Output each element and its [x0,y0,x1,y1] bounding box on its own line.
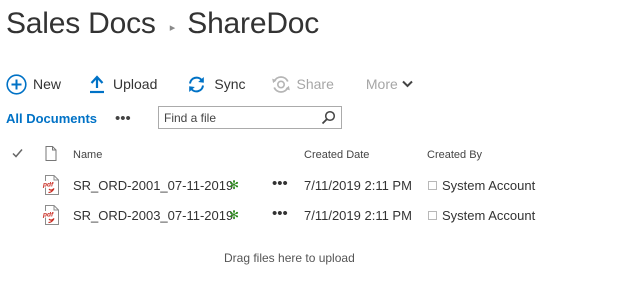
created-by-cell[interactable]: System Account [442,178,535,193]
created-by-cell[interactable]: System Account [442,208,535,223]
share-button[interactable]: Share [271,75,334,94]
presence-indicator-icon [428,211,437,220]
search-icon[interactable] [321,110,336,130]
sync-icon [187,75,206,94]
drag-upload-hint: Drag files here to upload [224,251,355,265]
svg-text:pdf: pdf [42,212,54,219]
find-file-search-box [158,106,342,129]
view-bar: All Documents ••• [6,106,342,130]
chevron-down-icon [402,80,413,88]
new-button-label: New [33,76,62,92]
breadcrumb: Sales Docs ▸ ShareDoc [6,4,319,44]
sync-button-label: Sync [214,76,246,92]
svg-text:pdf: pdf [42,182,54,189]
share-button-label: Share [296,76,334,92]
name-column-header[interactable]: Name [73,149,102,161]
breadcrumb-site-link[interactable]: Sales Docs [6,7,156,41]
upload-button-label: Upload [113,76,158,92]
new-item-indicator-icon: ✻ [229,178,240,192]
new-button[interactable]: New [6,73,62,95]
more-button[interactable]: More [366,76,413,92]
upload-arrow-icon [89,74,105,94]
more-views-ellipsis-icon[interactable]: ••• [115,111,131,126]
document-name-link[interactable]: SR_ORD-2001_07-11-2019 [73,178,233,193]
sync-button[interactable]: Sync [187,75,246,94]
item-menu-ellipsis-icon[interactable]: ••• [272,175,288,192]
more-button-label: More [365,76,398,92]
item-menu-ellipsis-icon[interactable]: ••• [272,205,288,222]
new-item-indicator-icon: ✻ [229,208,240,222]
pdf-file-icon: pdf [42,175,60,198]
breadcrumb-separator-icon: ▸ [169,21,176,34]
created-date-cell: 7/11/2019 2:11 PM [304,208,412,223]
created-by-column-header[interactable]: Created By [427,149,482,161]
pdf-file-icon: pdf [42,205,60,228]
list-header: Name Created Date Created By [0,146,631,166]
select-all-check-icon[interactable] [12,148,23,161]
view-all-documents[interactable]: All Documents [6,111,97,126]
share-icon [271,75,291,94]
presence-indicator-icon [428,181,437,190]
created-date-cell: 7/11/2019 2:11 PM [304,178,412,193]
table-row[interactable]: pdf SR_ORD-2003_07-11-2019 ✻ ••• 7/11/20… [0,202,631,230]
plus-circle-icon [6,73,27,95]
page-title[interactable]: ShareDoc [187,7,319,41]
command-bar: New Upload Sync Share More [6,72,413,96]
table-row[interactable]: pdf SR_ORD-2001_07-11-2019 ✻ ••• 7/11/20… [0,172,631,200]
created-date-column-header[interactable]: Created Date [304,149,369,161]
document-name-link[interactable]: SR_ORD-2003_07-11-2019 [73,208,233,223]
upload-button[interactable]: Upload [89,74,157,94]
search-input[interactable] [159,107,309,128]
file-type-header-icon[interactable] [45,146,57,164]
